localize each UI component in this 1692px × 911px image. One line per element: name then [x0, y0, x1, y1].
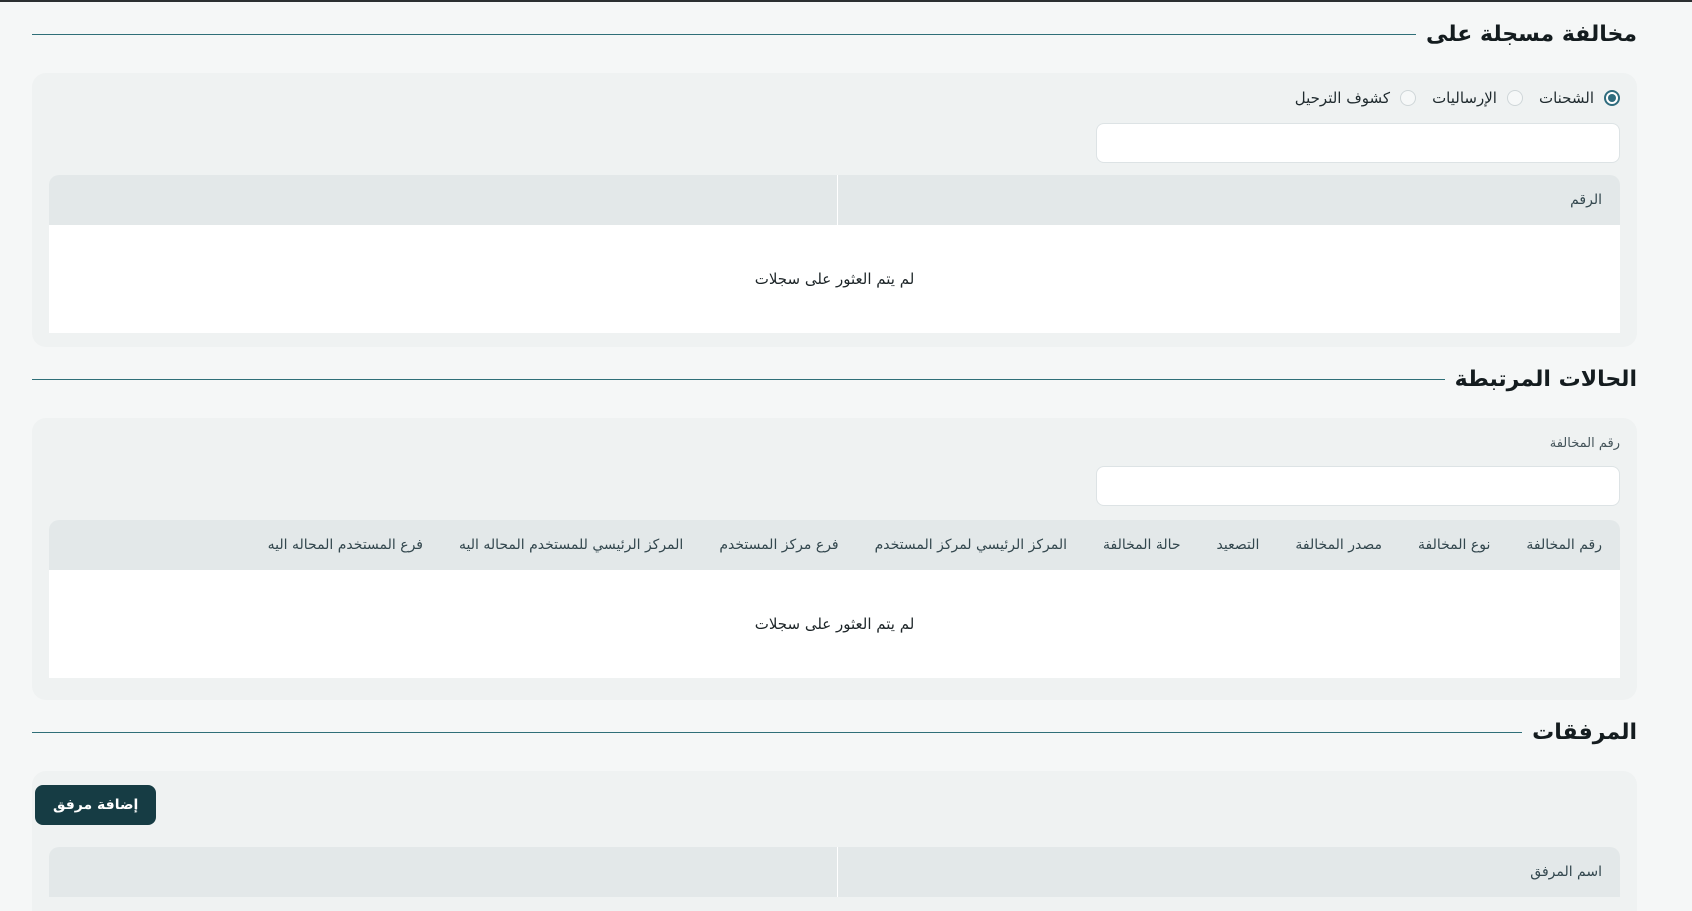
- entity-type-radio-group: الشحنات الإرساليات كشوف الترحيل: [49, 85, 1620, 111]
- column-header-assignee-main-center[interactable]: المركز الرئيسي للمستخدم المحاله اليه: [441, 520, 701, 570]
- section-header-related-cases: الحالات المرتبطة: [32, 362, 1637, 396]
- column-header-assignee-branch[interactable]: فرع المستخدم المحاله اليه: [250, 520, 441, 570]
- column-header-violation-source[interactable]: مصدر المخالفة: [1277, 520, 1400, 570]
- related-cases-card: رقم المخالفة رقم المخالفة نوع المخالفة م…: [32, 418, 1637, 700]
- column-header-empty: [49, 175, 837, 225]
- add-attachment-button[interactable]: إضافة مرفق: [35, 785, 157, 825]
- section-divider: [32, 378, 1445, 380]
- table-header: اسم المرفق: [49, 847, 1620, 897]
- radio-unchecked-icon[interactable]: [1506, 90, 1523, 106]
- entity-number-input[interactable]: [1096, 123, 1620, 163]
- attachments-toolbar: إضافة مرفق: [35, 785, 1620, 825]
- violation-registered-on-card: الشحنات الإرساليات كشوف الترحيل الرقم لم…: [32, 73, 1637, 347]
- related-cases-table: رقم المخالفة نوع المخالفة مصدر المخالفة …: [49, 520, 1620, 678]
- radio-shipments[interactable]: الشحنات: [1539, 89, 1620, 107]
- empty-message: لم يتم العثور على سجلات: [754, 270, 915, 288]
- attachments-table: اسم المرفق: [49, 847, 1620, 897]
- column-header-violation-type[interactable]: نوع المخالفة: [1400, 520, 1508, 570]
- empty-message: لم يتم العثور على سجلات: [754, 615, 915, 633]
- violation-number-label: رقم المخالفة: [1549, 435, 1620, 451]
- column-header-violation-number[interactable]: رقم المخالفة: [1508, 520, 1620, 570]
- table-empty-state: لم يتم العثور على سجلات: [49, 570, 1620, 678]
- column-header-number[interactable]: الرقم: [837, 175, 1620, 225]
- radio-unchecked-icon[interactable]: [1400, 90, 1417, 106]
- table-header: الرقم: [49, 175, 1620, 225]
- entity-table: الرقم لم يتم العثور على سجلات: [49, 175, 1620, 333]
- column-header-attachment-name[interactable]: اسم المرفق: [837, 847, 1620, 897]
- column-header-escalation[interactable]: التصعيد: [1199, 520, 1278, 570]
- table-empty-state: لم يتم العثور على سجلات: [49, 225, 1620, 333]
- radio-consignments[interactable]: الإرساليات: [1432, 89, 1523, 107]
- column-header-user-center-main[interactable]: المركز الرئيسي لمركز المستخدم: [857, 520, 1085, 570]
- radio-checked-icon[interactable]: [1604, 90, 1620, 106]
- section-divider: [32, 731, 1523, 733]
- section-title: المرفقات: [1522, 719, 1637, 745]
- page-content: مخالفة مسجلة على الشحنات الإرساليات كشوف…: [32, 2, 1637, 911]
- radio-label: كشوف الترحيل: [1294, 89, 1391, 107]
- radio-manifests[interactable]: كشوف الترحيل: [1294, 89, 1417, 107]
- section-divider: [32, 33, 1417, 35]
- section-title: مخالفة مسجلة على: [1416, 21, 1637, 47]
- column-header-user-center-branch[interactable]: فرع مركز المستخدم: [701, 520, 856, 570]
- attachments-card: إضافة مرفق اسم المرفق: [32, 771, 1637, 911]
- table-header: رقم المخالفة نوع المخالفة مصدر المخالفة …: [49, 520, 1620, 570]
- section-header-violation-registered-on: مخالفة مسجلة على: [32, 17, 1637, 51]
- section-header-attachments: المرفقات: [32, 715, 1637, 749]
- violation-number-input[interactable]: [1096, 466, 1620, 506]
- section-title: الحالات المرتبطة: [1444, 366, 1637, 392]
- radio-label: الشحنات: [1538, 89, 1594, 107]
- column-header-empty: [49, 847, 837, 897]
- column-header-violation-status[interactable]: حالة المخالفة: [1085, 520, 1199, 570]
- radio-label: الإرساليات: [1432, 89, 1497, 107]
